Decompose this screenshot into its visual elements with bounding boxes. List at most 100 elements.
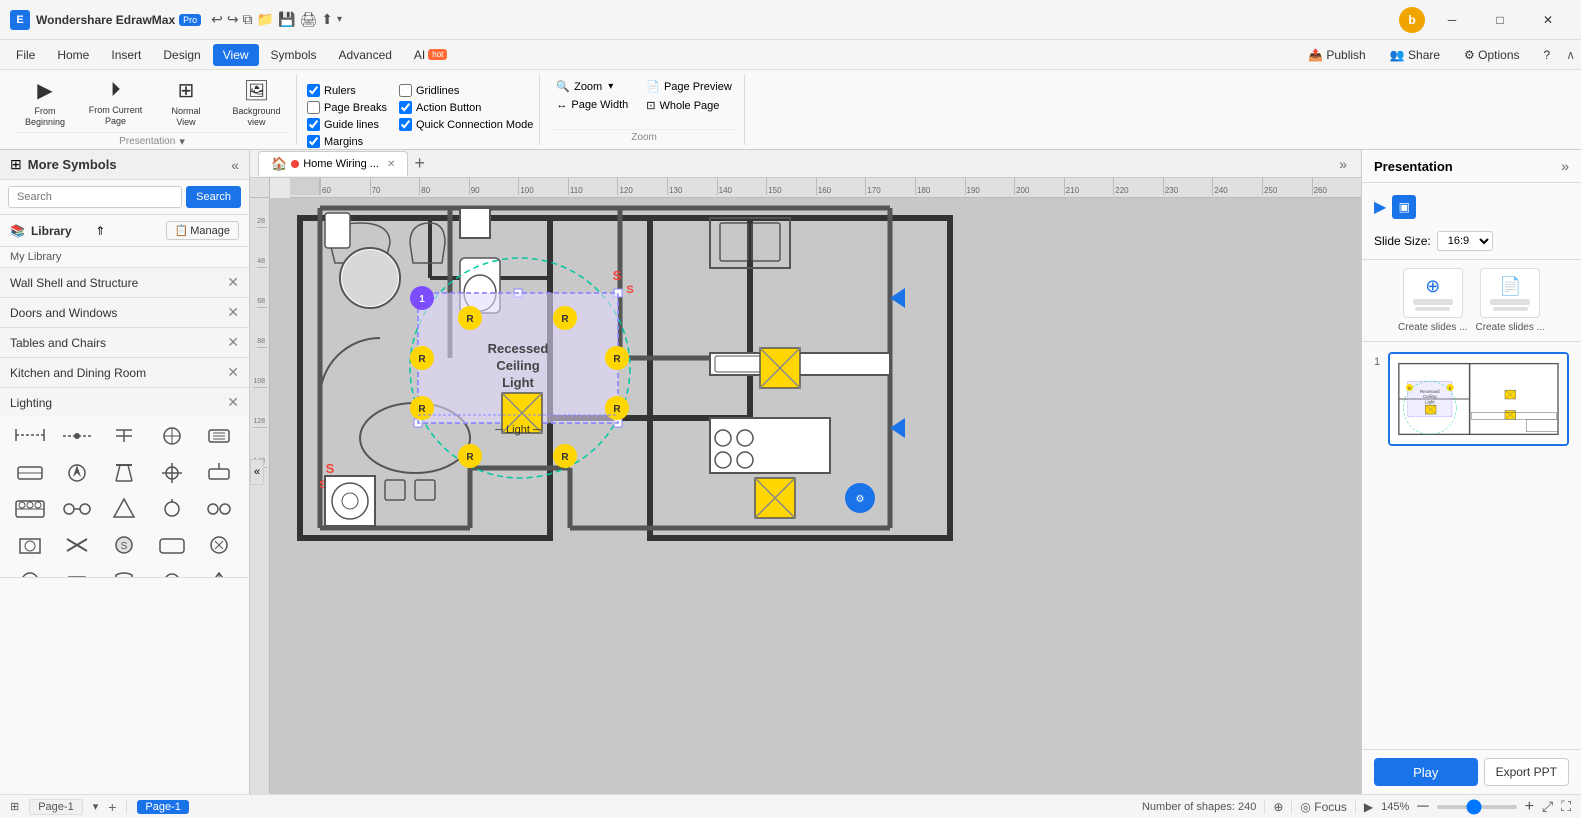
guide-lines-checkbox-label[interactable]: Guide lines <box>307 118 387 131</box>
light-sym-2[interactable] <box>59 422 95 450</box>
background-view-button[interactable]: 🖼 Background view <box>221 74 292 132</box>
help-button[interactable]: ? <box>1536 45 1559 65</box>
collapse-left-panel-button[interactable]: « <box>250 459 264 485</box>
play-button[interactable]: Play <box>1374 758 1478 786</box>
save-button[interactable]: 💾 <box>278 11 295 28</box>
quick-conn-checkbox[interactable] <box>399 118 412 131</box>
wall-shell-close[interactable]: ✕ <box>227 274 239 291</box>
minimize-button[interactable]: ─ <box>1429 5 1475 35</box>
page-width-button[interactable]: ↔ Page Width <box>550 97 634 113</box>
layers-button[interactable]: ⊕ <box>1273 800 1283 814</box>
export-button[interactable]: ⬆ <box>321 11 333 28</box>
light-sym-10[interactable] <box>201 459 237 487</box>
quick-conn-checkbox-label[interactable]: Quick Connection Mode <box>399 118 533 131</box>
light-sym-1[interactable] <box>12 421 48 451</box>
page-preview-button[interactable]: 📄 Page Preview <box>640 78 738 95</box>
rulers-checkbox-label[interactable]: Rulers <box>307 84 387 97</box>
menu-home[interactable]: Home <box>47 44 99 66</box>
menu-ai[interactable]: AI hot <box>404 44 457 66</box>
kitchen-header[interactable]: Kitchen and Dining Room ✕ <box>0 358 249 387</box>
zoom-in-button[interactable]: + <box>1525 798 1534 816</box>
manage-button[interactable]: 📋 Manage <box>166 221 239 240</box>
tab-close-button[interactable]: ✕ <box>387 159 395 170</box>
add-tab-button[interactable]: + <box>414 153 425 174</box>
user-avatar[interactable]: b <box>1399 7 1425 33</box>
light-sym-6[interactable] <box>12 459 48 487</box>
menu-design[interactable]: Design <box>153 44 210 66</box>
light-sym-15[interactable] <box>201 495 237 523</box>
light-sym-19[interactable] <box>154 531 190 559</box>
slide-size-select[interactable]: 16:9 4:3 <box>1437 231 1493 251</box>
rulers-checkbox[interactable] <box>307 84 320 97</box>
undo-button[interactable]: ↩ <box>211 11 223 28</box>
search-input[interactable] <box>8 186 182 208</box>
light-sym-25[interactable] <box>201 567 237 577</box>
page-breaks-checkbox[interactable] <box>307 101 320 114</box>
action-button-checkbox[interactable] <box>399 101 412 114</box>
my-library-item[interactable]: My Library <box>0 247 249 268</box>
light-sym-14[interactable] <box>154 495 190 523</box>
presentation-expand-button[interactable]: » <box>1561 158 1569 174</box>
gridlines-checkbox-label[interactable]: Gridlines <box>399 84 533 97</box>
export-ppt-button[interactable]: Export PPT <box>1484 758 1570 786</box>
light-sym-13[interactable] <box>106 495 142 523</box>
create-slides-auto-btn[interactable]: ⊕ Create slides ... <box>1398 268 1467 333</box>
zoom-slider[interactable] <box>1437 805 1517 809</box>
open-button[interactable]: 📁 <box>257 11 274 28</box>
lighting-header[interactable]: Lighting ✕ <box>0 388 249 417</box>
lighting-close[interactable]: ✕ <box>227 394 239 411</box>
light-sym-8[interactable] <box>106 459 142 487</box>
maximize-button[interactable]: □ <box>1477 5 1523 35</box>
page-breaks-checkbox-label[interactable]: Page Breaks <box>307 101 387 114</box>
presentation-group-expand[interactable]: ▾ <box>179 135 185 148</box>
wall-shell-header[interactable]: Wall Shell and Structure ✕ <box>0 268 249 297</box>
create-slides-page-btn[interactable]: 📄 Create slides ... <box>1476 268 1545 333</box>
menu-symbols[interactable]: Symbols <box>261 44 327 66</box>
from-current-button[interactable]: ⏵ From Current Page <box>80 75 151 131</box>
tables-chairs-header[interactable]: Tables and Chairs ✕ <box>0 328 249 357</box>
play-status-button[interactable]: ▶ <box>1364 800 1373 814</box>
light-sym-4[interactable] <box>154 422 190 450</box>
light-sym-21[interactable] <box>12 567 48 577</box>
light-sym-20[interactable] <box>201 531 237 559</box>
page-dropdown[interactable]: ▾ <box>93 800 99 813</box>
light-sym-11[interactable] <box>12 495 48 523</box>
light-sym-7[interactable] <box>59 459 95 487</box>
gridlines-checkbox[interactable] <box>399 84 412 97</box>
normal-view-button[interactable]: ⊞ Normal View <box>153 74 219 132</box>
tables-chairs-close[interactable]: ✕ <box>227 334 239 351</box>
light-sym-17[interactable] <box>59 531 95 559</box>
light-sym-16[interactable] <box>12 531 48 559</box>
light-sym-23[interactable] <box>106 567 142 577</box>
publish-button[interactable]: 📤 Publish <box>1300 45 1373 65</box>
close-button[interactable]: ✕ <box>1525 5 1571 35</box>
margins-checkbox-label[interactable]: Margins <box>307 135 387 148</box>
share-button[interactable]: 👥 Share <box>1382 45 1448 65</box>
collapse-ribbon-button[interactable]: ∧ <box>1566 48 1575 62</box>
add-page-button[interactable]: + <box>108 799 116 815</box>
print-button[interactable]: 🖨 <box>300 11 318 28</box>
menu-file[interactable]: File <box>6 44 45 66</box>
action-button-checkbox-label[interactable]: Action Button <box>399 101 533 114</box>
light-sym-5[interactable] <box>201 422 237 450</box>
full-screen-button[interactable]: ⛶ <box>1561 798 1571 815</box>
light-sym-12[interactable] <box>59 495 95 523</box>
drawing-canvas[interactable]: R R R R R R R R <box>270 198 1361 794</box>
panel-collapse-button[interactable]: « <box>231 157 239 173</box>
light-sym-18[interactable]: S <box>106 531 142 559</box>
focus-button[interactable]: ◎ Focus <box>1300 800 1347 814</box>
light-sym-24[interactable] <box>154 567 190 577</box>
new-window-button[interactable]: ⧉ <box>243 11 253 28</box>
zoom-out-button[interactable]: ─ <box>1417 798 1428 816</box>
light-sym-3[interactable] <box>106 422 142 450</box>
doors-windows-close[interactable]: ✕ <box>227 304 239 321</box>
menu-view[interactable]: View <box>213 44 259 66</box>
options-button[interactable]: ⚙ Options <box>1456 45 1527 65</box>
search-button[interactable]: Search <box>186 186 241 208</box>
dropdown-button[interactable]: ▾ <box>337 11 342 28</box>
light-sym-9[interactable] <box>154 459 190 487</box>
margins-checkbox[interactable] <box>307 135 320 148</box>
menu-insert[interactable]: Insert <box>101 44 151 66</box>
home-wiring-tab[interactable]: 🏠 Home Wiring ... ✕ <box>258 151 408 176</box>
slide-1-preview[interactable]: Recessed Ceiling Light R <box>1388 352 1569 446</box>
